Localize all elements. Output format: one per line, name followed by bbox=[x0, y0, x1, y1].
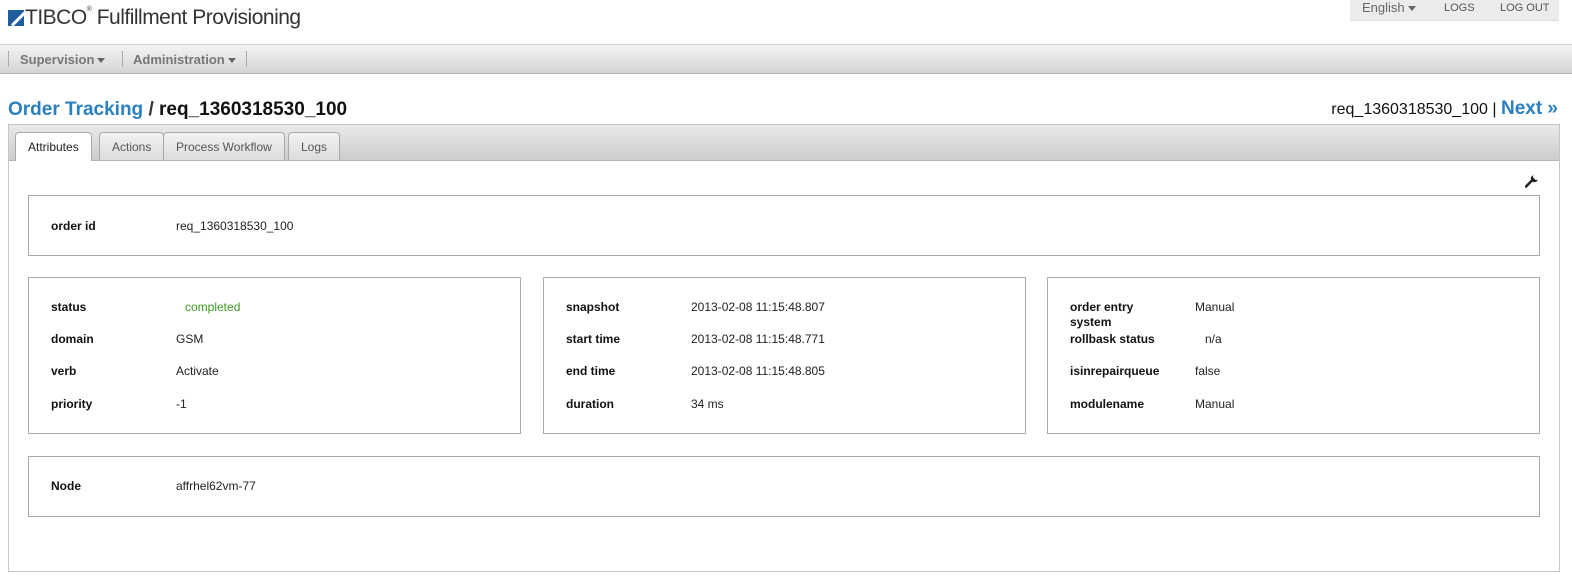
logo-brand: TIBCO bbox=[25, 6, 87, 29]
main-nav: Supervision Administration bbox=[0, 44, 1572, 74]
timing-details-box: snapshot 2013-02-08 11:15:48.807 start t… bbox=[543, 277, 1026, 434]
logo-product: Fulfillment Provisioning bbox=[96, 6, 301, 29]
language-label: English bbox=[1362, 0, 1405, 15]
utility-bar: English LOGS LOG OUT bbox=[1350, 0, 1559, 21]
tab-attributes[interactable]: Attributes bbox=[15, 132, 92, 161]
order-id-box: order id req_1360318530_100 bbox=[28, 195, 1540, 256]
verb-label: verb bbox=[51, 364, 77, 378]
nav-administration[interactable]: Administration bbox=[133, 52, 236, 67]
app-logo[interactable]: TIBCO® Fulfillment Provisioning bbox=[8, 6, 301, 30]
record-pager: req_1360318530_100 | Next » bbox=[1331, 98, 1558, 120]
start-time-value: 2013-02-08 11:15:48.771 bbox=[691, 332, 825, 346]
status-label: status bbox=[51, 300, 87, 314]
start-time-label: start time bbox=[566, 332, 621, 346]
duration-label: duration bbox=[566, 397, 614, 411]
priority-label: priority bbox=[51, 397, 93, 411]
end-time-label: end time bbox=[566, 364, 616, 378]
tab-logs[interactable]: Logs bbox=[288, 132, 341, 160]
priority-value: -1 bbox=[176, 397, 187, 411]
next-button[interactable]: Next » bbox=[1501, 98, 1558, 119]
language-selector[interactable]: English bbox=[1362, 0, 1416, 15]
order-detail-panel: Attributes Actions Process Workflow Logs… bbox=[8, 124, 1560, 572]
nav-supervision-label: Supervision bbox=[20, 52, 95, 67]
nav-divider bbox=[122, 51, 123, 67]
node-label: Node bbox=[51, 479, 81, 493]
duration-value: 34 ms bbox=[691, 397, 724, 411]
status-details-box: status completed domain GSM verb Activat… bbox=[28, 277, 521, 434]
isinrepairqueue-value: false bbox=[1195, 364, 1221, 378]
logo-registered-mark: ® bbox=[86, 6, 92, 13]
tab-bar: Attributes Actions Process Workflow Logs bbox=[9, 125, 1559, 161]
chevron-down-icon bbox=[227, 58, 236, 64]
nav-administration-label: Administration bbox=[133, 52, 225, 67]
isinrepairqueue-label: isinrepairqueue bbox=[1070, 364, 1160, 378]
node-box: Node affrhel62vm-77 bbox=[28, 456, 1540, 517]
modulename-value: Manual bbox=[1195, 397, 1235, 411]
nav-divider bbox=[8, 51, 9, 67]
chevron-down-icon bbox=[97, 58, 106, 64]
logout-link[interactable]: LOG OUT bbox=[1500, 2, 1550, 14]
tab-actions[interactable]: Actions bbox=[99, 132, 165, 160]
tab-process-workflow[interactable]: Process Workflow bbox=[163, 132, 285, 160]
node-value: affrhel62vm-77 bbox=[176, 479, 256, 493]
snapshot-label: snapshot bbox=[566, 300, 620, 314]
snapshot-value: 2013-02-08 11:15:48.807 bbox=[691, 300, 825, 314]
logs-link[interactable]: LOGS bbox=[1444, 2, 1475, 14]
domain-label: domain bbox=[51, 332, 94, 346]
domain-value: GSM bbox=[176, 332, 204, 346]
order-entry-system-label: order entry system bbox=[1070, 300, 1134, 329]
order-id-label: order id bbox=[51, 219, 96, 233]
top-header: TIBCO® Fulfillment Provisioning English … bbox=[0, 0, 1572, 44]
pager-current-id: req_1360318530_100 bbox=[1331, 101, 1488, 118]
rollback-status-label: rollbask status bbox=[1070, 332, 1155, 346]
rollback-status-value: n/a bbox=[1205, 332, 1222, 346]
logo-text: TIBCO® Fulfillment Provisioning bbox=[25, 6, 301, 30]
nav-supervision[interactable]: Supervision bbox=[20, 52, 106, 67]
modulename-label: modulename bbox=[1070, 397, 1145, 411]
breadcrumb-order-tracking-link[interactable]: Order Tracking bbox=[8, 99, 143, 120]
page-title: req_1360318530_100 bbox=[159, 99, 348, 120]
wrench-icon[interactable] bbox=[1525, 174, 1539, 188]
main-content: Order Tracking / req_1360318530_100 req_… bbox=[0, 74, 1572, 577]
verb-value: Activate bbox=[176, 364, 219, 378]
breadcrumb-separator: / bbox=[148, 99, 154, 120]
order-entry-system-value: Manual bbox=[1195, 300, 1235, 314]
breadcrumb: Order Tracking / req_1360318530_100 bbox=[8, 99, 347, 121]
chevron-down-icon bbox=[1407, 6, 1416, 12]
order-id-value: req_1360318530_100 bbox=[176, 219, 294, 233]
system-details-box: order entry system Manual rollbask statu… bbox=[1047, 277, 1540, 434]
tibco-logo-icon bbox=[8, 10, 24, 26]
end-time-value: 2013-02-08 11:15:48.805 bbox=[691, 364, 825, 378]
pager-separator: | bbox=[1492, 101, 1497, 118]
status-badge: completed bbox=[185, 300, 241, 314]
nav-divider bbox=[246, 51, 247, 67]
